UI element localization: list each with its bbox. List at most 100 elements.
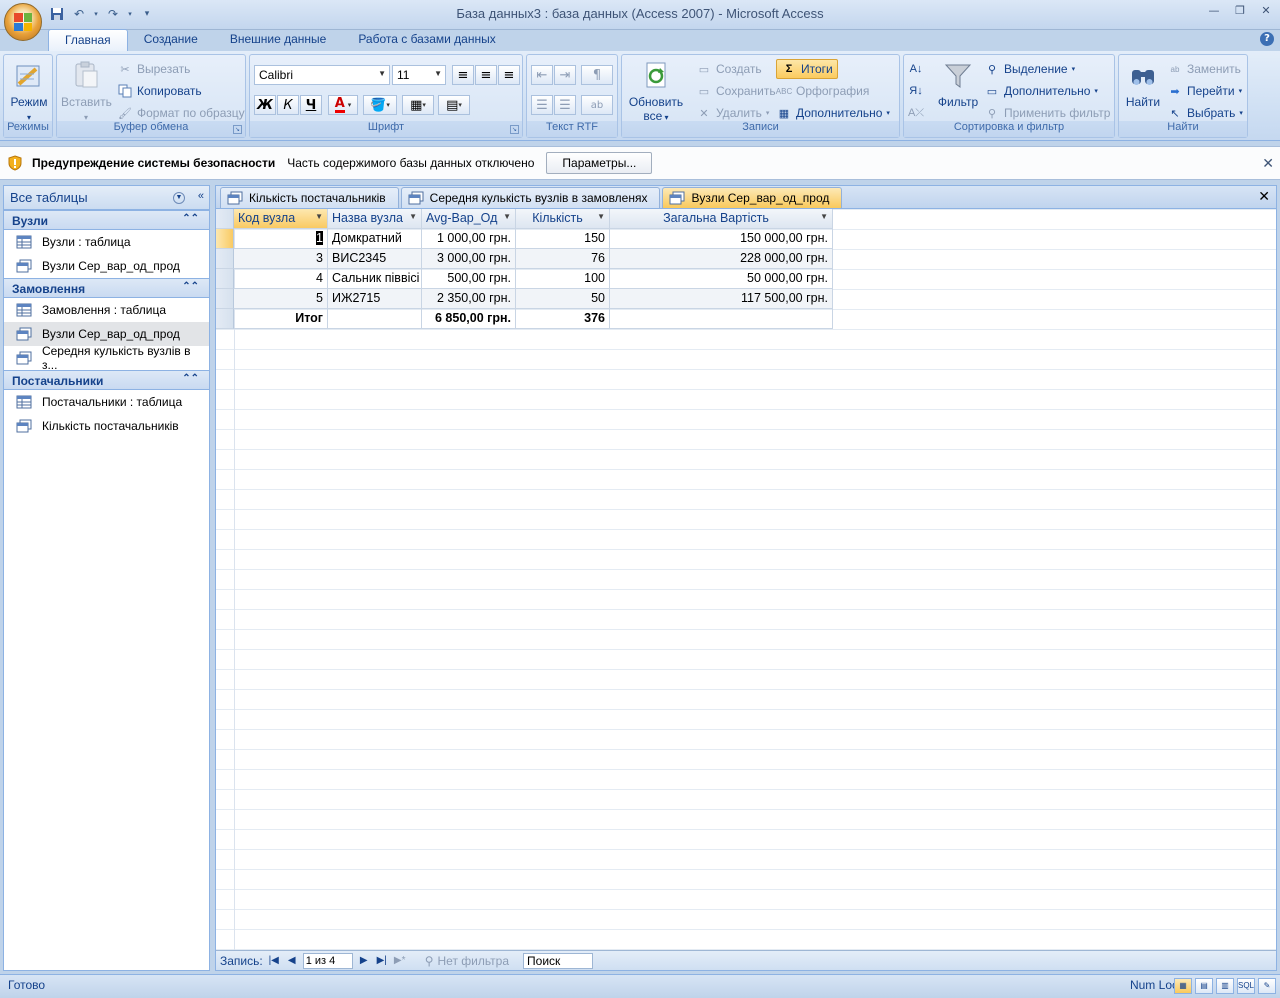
table-cell[interactable]: 3 000,00 грн. (422, 249, 516, 269)
collapse-pane-icon[interactable]: « (198, 190, 204, 202)
nav-item-query[interactable]: Вузли Сер_вар_од_прод (4, 322, 209, 346)
find-button[interactable]: Найти (1123, 59, 1163, 109)
table-cell[interactable]: 5 (234, 289, 328, 309)
column-header[interactable]: Кількість ▼ (516, 209, 610, 229)
font-size-select[interactable]: 11 ▼ (392, 65, 446, 85)
nav-item-query[interactable]: Середня кулькість вузлів в з... (4, 344, 209, 372)
clear-sort-button[interactable]: A⤫ (908, 103, 924, 123)
replace-button[interactable]: ab Заменить (1167, 59, 1241, 79)
goto-button[interactable]: ➡ Перейти ▾ (1167, 81, 1242, 101)
prev-record-icon[interactable]: ◀ (285, 955, 299, 966)
nav-pane-header[interactable]: Все таблицы ▼ « (4, 186, 209, 210)
record-selector[interactable] (216, 269, 234, 289)
table-cell[interactable]: ВИС2345 (328, 249, 422, 269)
pivot-chart-view-icon[interactable]: ▥ (1216, 978, 1234, 994)
refresh-all-button[interactable]: Обновить все ▾ (626, 59, 686, 123)
sql-view-icon[interactable]: SQL (1237, 978, 1255, 994)
record-selector[interactable] (216, 229, 234, 249)
table-cell[interactable]: 4 (234, 269, 328, 289)
record-position-input[interactable]: 1 из 4 (302, 952, 353, 969)
close-message-bar-icon[interactable]: ✕ (1262, 155, 1274, 172)
pivot-table-view-icon[interactable]: ▤ (1195, 978, 1213, 994)
table-cell[interactable]: 50 (516, 289, 610, 309)
save-record-button[interactable]: ▭ Сохранить (696, 81, 776, 101)
totals-cell[interactable]: 6 850,00 грн. (422, 309, 516, 329)
table-cell[interactable]: 228 000,00 грн. (610, 249, 833, 269)
new-record-button[interactable]: ▭ Создать (696, 59, 762, 79)
totals-cell[interactable]: 376 (516, 309, 610, 329)
bullets-button[interactable]: ☰ (554, 95, 576, 115)
tab-create[interactable]: Создание (128, 29, 214, 51)
view-button[interactable]: Режим ▾ (8, 59, 50, 123)
record-selector[interactable] (216, 289, 234, 309)
totals-button[interactable]: Σ Итоги (776, 59, 838, 79)
select-button[interactable]: ↖ Выбрать ▾ (1167, 103, 1242, 123)
delete-record-button[interactable]: ✕ Удалить ▾ (696, 103, 769, 123)
font-color-button[interactable]: A ▾ (328, 95, 358, 115)
table-cell[interactable]: 2 350,00 грн. (422, 289, 516, 309)
column-header[interactable]: Код вузла ▼ (234, 209, 328, 229)
selection-button[interactable]: ⚲ Выделение ▾ (984, 59, 1075, 79)
table-cell[interactable]: 150 (516, 229, 610, 249)
options-button[interactable]: Параметры... (546, 152, 653, 174)
table-cell[interactable]: 50 000,00 грн. (610, 269, 833, 289)
paste-button[interactable]: Вставить ▾ (61, 59, 112, 123)
paragraph-direction-button[interactable]: ¶ (581, 65, 613, 85)
nav-item-query[interactable]: Вузли Сер_вар_од_прод (4, 254, 209, 278)
cut-button[interactable]: ✂ Вырезать (117, 59, 190, 79)
increase-indent-button[interactable]: ⇥ (554, 65, 576, 85)
record-selector[interactable] (216, 249, 234, 269)
nav-group-zamovlennia[interactable]: Замовлення ⌃⌃ (4, 278, 209, 298)
select-all-corner[interactable] (216, 209, 234, 229)
advanced-filter-button[interactable]: ▭ Дополнительно ▾ (984, 81, 1098, 101)
table-cell[interactable]: 500,00 грн. (422, 269, 516, 289)
nav-group-vuzly[interactable]: Вузли ⌃⌃ (4, 210, 209, 230)
decrease-indent-button[interactable]: ⇤ (531, 65, 553, 85)
table-cell[interactable]: Домкратний (328, 229, 422, 249)
doc-tab-postachalnyky-count[interactable]: Кількість постачальників (220, 187, 399, 208)
last-record-icon[interactable]: ▶| (375, 955, 389, 966)
chevron-down-icon[interactable]: ▼ (173, 192, 185, 204)
fill-color-button[interactable]: 🪣 ▾ (363, 95, 397, 115)
tab-external-data[interactable]: Внешние данные (214, 29, 343, 51)
close-document-icon[interactable]: ✕ (1258, 189, 1270, 205)
design-view-icon[interactable]: ✎ (1258, 978, 1276, 994)
font-name-select[interactable]: Calibri ▼ (254, 65, 390, 85)
copy-button[interactable]: Копировать (117, 81, 202, 101)
highlight-button[interactable]: ab (581, 95, 613, 115)
search-input[interactable]: Поиск (523, 952, 594, 969)
tab-database-tools[interactable]: Работа с базами данных (342, 29, 511, 51)
filter-button[interactable]: Фильтр (934, 59, 982, 109)
help-icon[interactable]: ? (1260, 32, 1274, 46)
italic-button[interactable]: К (277, 95, 299, 115)
collapse-group-icon[interactable]: ⌃⌃ (182, 213, 199, 224)
nav-item-table[interactable]: Постачальники : таблица (4, 390, 209, 414)
doc-tab-vuzly-query[interactable]: Вузли Сер_вар_од_прод (662, 187, 843, 208)
table-cell[interactable]: ИЖ2715 (328, 289, 422, 309)
spelling-button[interactable]: ABC Орфография (776, 81, 870, 101)
datasheet-view-icon[interactable]: ▦ (1174, 978, 1192, 994)
totals-cell[interactable] (328, 309, 422, 329)
table-cell[interactable]: 3 (234, 249, 328, 269)
numbering-button[interactable]: ☰ (531, 95, 553, 115)
new-record-nav-icon[interactable]: ▶* (393, 955, 407, 966)
table-cell[interactable]: 76 (516, 249, 610, 269)
first-record-icon[interactable]: |◀ (267, 955, 281, 966)
alt-fill-button[interactable]: ▤ ▾ (438, 95, 470, 115)
collapse-group-icon[interactable]: ⌃⌃ (182, 373, 199, 384)
nav-item-table[interactable]: Вузли : таблица (4, 230, 209, 254)
next-record-icon[interactable]: ▶ (357, 955, 371, 966)
table-cell[interactable]: 1 (234, 229, 328, 249)
minimize-icon[interactable]: — (1206, 4, 1222, 20)
column-header[interactable]: Avg-Вар_Од ▼ (422, 209, 516, 229)
apply-filter-button[interactable]: ⚲ Применить фильтр (984, 103, 1110, 123)
restore-icon[interactable]: ❐ (1232, 4, 1248, 20)
sort-descending-button[interactable]: Я↓ (908, 81, 924, 101)
nav-item-table[interactable]: Замовлення : таблица (4, 298, 209, 322)
table-cell[interactable]: 150 000,00 грн. (610, 229, 833, 249)
font-launcher-icon[interactable]: ↘ (510, 125, 519, 134)
table-cell[interactable]: 1 000,00 грн. (422, 229, 516, 249)
nav-item-query[interactable]: Кількість постачальників (4, 414, 209, 438)
records-more-button[interactable]: ▦ Дополнительно ▾ (776, 103, 890, 123)
clipboard-launcher-icon[interactable]: ↘ (233, 125, 242, 134)
